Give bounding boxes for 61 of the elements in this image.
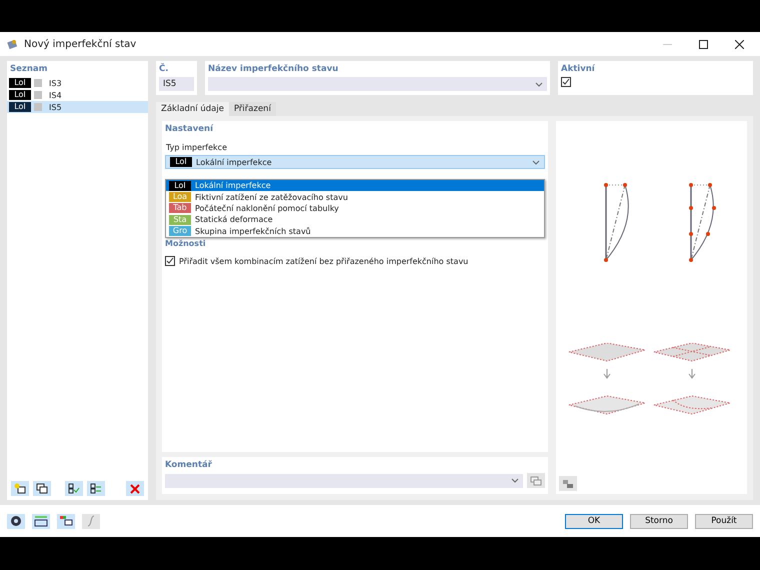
- list-item[interactable]: LoI IS5: [7, 101, 148, 113]
- type-badge: Sta: [169, 214, 191, 225]
- copy-button[interactable]: [33, 481, 51, 496]
- close-icon[interactable]: [734, 40, 744, 48]
- help-button[interactable]: [7, 514, 25, 528]
- item-name: IS5: [49, 102, 62, 112]
- view-options-button[interactable]: [559, 476, 577, 491]
- delete-button[interactable]: [126, 481, 144, 496]
- list-item[interactable]: LoI IS3: [7, 77, 148, 89]
- app-icon: [6, 38, 18, 50]
- checkbox[interactable]: [561, 77, 571, 87]
- type-badge: Tab: [169, 203, 191, 214]
- checkbox[interactable]: [165, 256, 175, 266]
- colors-button[interactable]: [57, 514, 75, 528]
- active-label: Aktivní: [560, 63, 596, 76]
- function-icon: [85, 515, 97, 527]
- dropdown-option[interactable]: Gro Skupina imperfekčních stavů: [166, 226, 544, 237]
- list-title: Seznam: [9, 63, 48, 76]
- type-badge: LoI: [9, 102, 31, 112]
- name-label: Název imperfekčního stavu: [207, 63, 340, 76]
- type-badge: Gro: [169, 226, 191, 236]
- type-badge: LoI: [170, 157, 192, 167]
- type-dropdown[interactable]: LoI Lokální imperfekce: [165, 155, 545, 169]
- tab[interactable]: Přiřazení: [228, 102, 276, 116]
- settings-title: Nastavení: [165, 123, 214, 136]
- comment-field[interactable]: [165, 474, 523, 488]
- type-badge: LoI: [9, 90, 31, 100]
- dialog-button[interactable]: Storno: [630, 514, 688, 528]
- comment-label: Komentář: [164, 459, 213, 472]
- units-button[interactable]: [32, 514, 50, 528]
- type-badge: LoI: [169, 180, 191, 191]
- number-field[interactable]: IS5: [159, 77, 194, 91]
- function-button[interactable]: [82, 514, 100, 528]
- dropdown-option[interactable]: LoI Lokální imperfekce: [166, 180, 544, 192]
- type-label: Typ imperfekce: [165, 142, 228, 154]
- name-field[interactable]: [208, 77, 547, 91]
- check-all-button[interactable]: [65, 481, 83, 496]
- type-badge: LoI: [9, 78, 31, 88]
- type-value: Lokální imperfekce: [196, 158, 273, 166]
- toggle-button[interactable]: [87, 481, 105, 496]
- windows-icon: [530, 476, 542, 486]
- dialog-button[interactable]: OK: [565, 514, 623, 528]
- caret-icon: [532, 160, 540, 164]
- dialog-button[interactable]: Použít: [695, 514, 753, 528]
- blocks-icon: [562, 478, 574, 488]
- caret-icon: [511, 478, 519, 483]
- options-title: Možnosti: [165, 239, 207, 248]
- dropdown-option[interactable]: Loa Fiktivní zatížení ze zatěžovacího stavu: [166, 191, 544, 203]
- checkbox-label: Přiřadit všem kombinacím zatížení bez přiřazeného imperfekčního stavu: [179, 256, 468, 266]
- caret-icon: [535, 82, 543, 86]
- item-name: IS4: [49, 90, 62, 100]
- dropdown-option[interactable]: Sta Statická deformace: [166, 214, 544, 226]
- new-item-button[interactable]: [11, 481, 29, 496]
- item-name: IS3: [49, 78, 62, 88]
- list-item[interactable]: LoI IS4: [7, 89, 148, 101]
- dropdown-option[interactable]: Tab Počáteční naklonění pomocí tabulky: [166, 202, 544, 214]
- window-title: Nový imperfekční stav: [24, 38, 138, 50]
- type-badge: Loa: [169, 192, 191, 202]
- maximize-icon[interactable]: [698, 40, 708, 48]
- number-label: Č.: [158, 62, 170, 76]
- tab[interactable]: Základní údaje: [156, 102, 229, 116]
